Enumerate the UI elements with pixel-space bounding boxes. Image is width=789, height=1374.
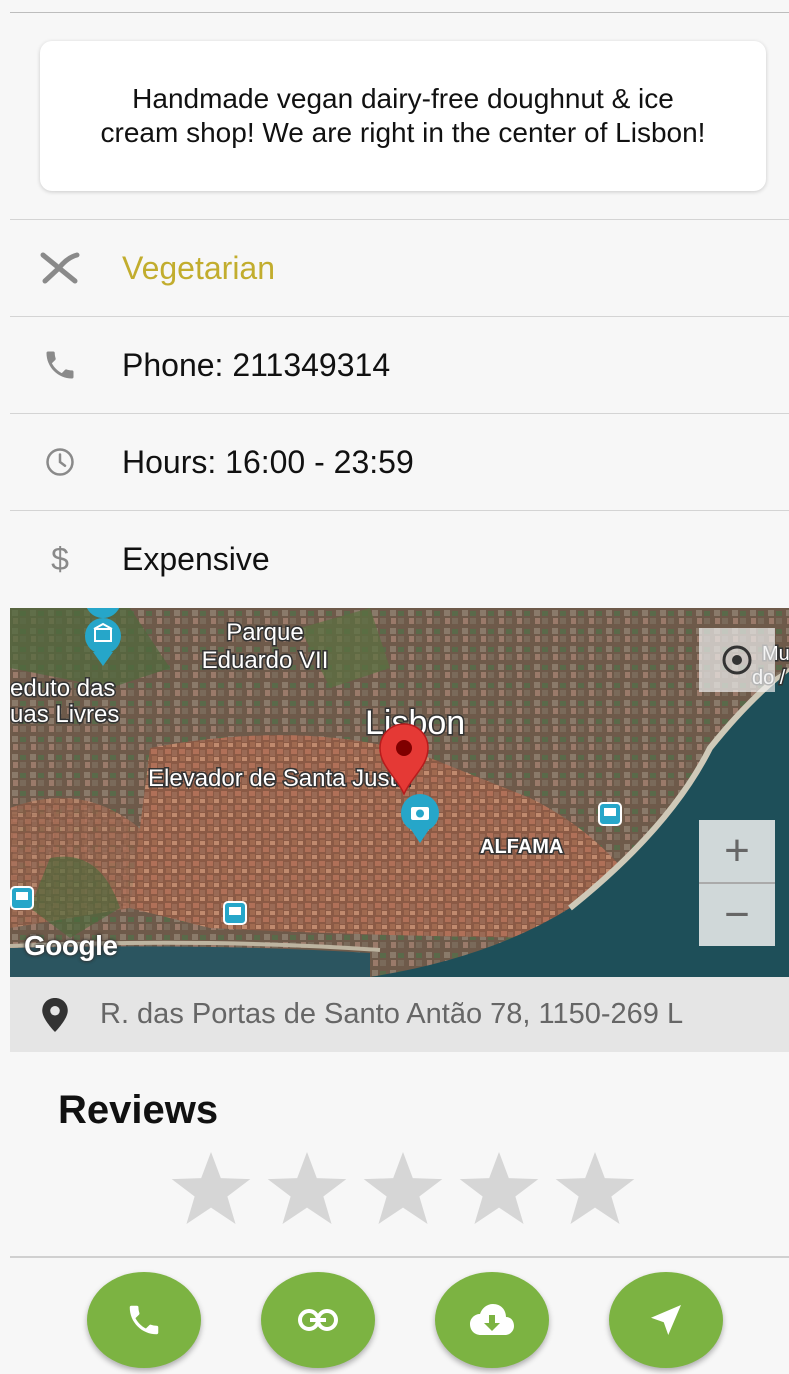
hours-label: Hours: 16:00 - 23:59 bbox=[122, 443, 414, 480]
website-link-button[interactable] bbox=[261, 1272, 375, 1368]
address-bar[interactable]: R. das Portas de Santo Antão 78, 1150-26… bbox=[10, 977, 789, 1052]
transit-icon-2[interactable] bbox=[223, 901, 247, 925]
address-text: R. das Portas de Santo Antão 78, 1150-26… bbox=[100, 998, 684, 1030]
clock-icon bbox=[10, 447, 110, 477]
phone-icon bbox=[129, 1305, 159, 1335]
dollar-glyph: $ bbox=[51, 540, 69, 577]
map-label-district: ALFAMA bbox=[480, 836, 563, 858]
map-label-elevator: Elevador de Santa Justa bbox=[148, 765, 410, 792]
phone-icon bbox=[10, 347, 110, 383]
reviews-heading: Reviews bbox=[58, 1088, 219, 1132]
street-view-icon bbox=[722, 645, 752, 675]
satellite-map: Parque Eduardo VII eduto das uas Livres … bbox=[10, 608, 789, 977]
transit-icon-3[interactable] bbox=[10, 886, 34, 910]
star-icon-4[interactable] bbox=[458, 1152, 540, 1224]
link-icon bbox=[298, 1309, 338, 1331]
map-label-aqueduct-2: uas Livres bbox=[10, 701, 119, 728]
map-label-park-2: Eduardo VII bbox=[202, 647, 329, 674]
phone-row[interactable]: Phone: 211349314 bbox=[10, 316, 789, 413]
navigation-icon bbox=[651, 1305, 681, 1335]
directions-button[interactable] bbox=[609, 1272, 723, 1368]
map-view[interactable]: Parque Eduardo VII eduto das uas Livres … bbox=[10, 608, 789, 977]
transit-icon-1[interactable] bbox=[598, 802, 622, 826]
category-label: Vegetarian bbox=[122, 249, 276, 286]
call-button[interactable] bbox=[87, 1272, 201, 1368]
dollar-icon: $ bbox=[10, 541, 110, 578]
phone-label: Phone: 211349314 bbox=[122, 346, 391, 383]
price-label: Expensive bbox=[122, 540, 270, 577]
price-row: $ Expensive bbox=[10, 510, 789, 607]
star-icon-1[interactable] bbox=[170, 1152, 252, 1224]
actions-divider bbox=[10, 1256, 789, 1258]
description-text: Handmade vegan dairy-free doughnut & ice… bbox=[100, 83, 706, 148]
rating-stars[interactable] bbox=[170, 1152, 636, 1224]
map-pin-icon bbox=[10, 997, 100, 1032]
download-button[interactable] bbox=[435, 1272, 549, 1368]
star-icon-3[interactable] bbox=[362, 1152, 444, 1224]
zoom-in-button[interactable]: + bbox=[699, 820, 775, 882]
utensils-icon bbox=[10, 251, 110, 285]
top-divider bbox=[10, 12, 789, 13]
cloud-download-icon bbox=[470, 1304, 514, 1335]
description-card: Handmade vegan dairy-free doughnut & ice… bbox=[40, 41, 766, 191]
street-view-button[interactable] bbox=[699, 628, 775, 692]
zoom-out-button[interactable]: − bbox=[699, 884, 775, 946]
google-attribution: Google bbox=[24, 930, 118, 961]
map-label-park-1: Parque bbox=[226, 619, 303, 646]
map-label-aqueduct-1: eduto das bbox=[10, 675, 115, 702]
star-icon-2[interactable] bbox=[266, 1152, 348, 1224]
hours-row: Hours: 16:00 - 23:59 bbox=[10, 413, 789, 510]
star-icon-5[interactable] bbox=[554, 1152, 636, 1224]
category-row: Vegetarian bbox=[10, 219, 789, 316]
